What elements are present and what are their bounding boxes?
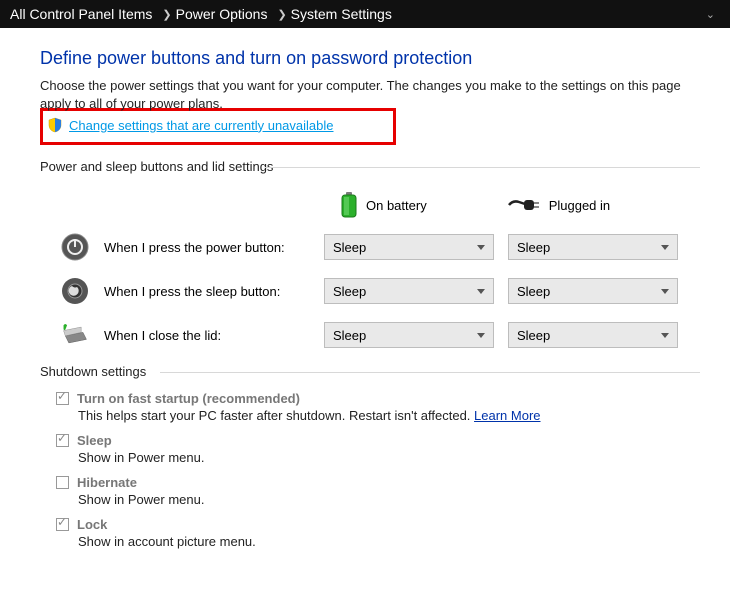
select-sleep-plugged[interactable]: Sleep (508, 278, 678, 304)
select-sleep-battery[interactable]: Sleep (324, 278, 494, 304)
battery-icon (340, 192, 358, 218)
highlight-annotation: Change settings that are currently unava… (40, 108, 396, 145)
label-hibernate: Hibernate (77, 475, 137, 490)
checkbox-fast-startup[interactable] (56, 392, 69, 405)
row-lid: When I close the lid: Sleep Sleep (40, 320, 700, 350)
power-button-icon (60, 232, 90, 262)
change-settings-link[interactable]: Change settings that are currently unava… (69, 118, 334, 133)
checkbox-sleep[interactable] (56, 434, 69, 447)
desc-sleep: Show in Power menu. (78, 450, 700, 465)
checkbox-lock[interactable] (56, 518, 69, 531)
checkbox-hibernate[interactable] (56, 476, 69, 489)
shutdown-item-lock: Lock Show in account picture menu. (56, 517, 700, 549)
row-power-button: When I press the power button: Sleep Sle… (40, 232, 700, 262)
desc-hibernate: Show in Power menu. (78, 492, 700, 507)
column-headers: On battery Plugged in (340, 192, 700, 218)
select-power-battery[interactable]: Sleep (324, 234, 494, 260)
label-sleep: Sleep (77, 433, 112, 448)
chevron-right-icon: ❯ (162, 8, 171, 21)
page-description: Choose the power settings that you want … (40, 77, 700, 112)
plug-icon (507, 196, 541, 214)
breadcrumb-item-system[interactable]: System Settings (291, 6, 392, 22)
row-sleep-label: When I press the sleep button: (104, 284, 324, 299)
row-power-label: When I press the power button: (104, 240, 324, 255)
select-power-plugged[interactable]: Sleep (508, 234, 678, 260)
shield-icon (47, 117, 63, 133)
shutdown-settings-list: Turn on fast startup (recommended) This … (56, 391, 700, 549)
desc-lock: Show in account picture menu. (78, 534, 700, 549)
breadcrumb-item-power[interactable]: Power Options (176, 6, 268, 22)
label-lock: Lock (77, 517, 107, 532)
breadcrumb: All Control Panel Items ❯ Power Options … (0, 0, 730, 28)
desc-fast-startup: This helps start your PC faster after sh… (78, 408, 700, 423)
lid-icon (60, 320, 90, 350)
column-plugged-label: Plugged in (549, 198, 610, 213)
learn-more-link[interactable]: Learn More (474, 408, 540, 423)
chevron-down-icon[interactable]: ⌄ (706, 8, 720, 21)
label-fast-startup: Turn on fast startup (recommended) (77, 391, 300, 406)
column-battery-label: On battery (366, 198, 427, 213)
shutdown-item-hibernate: Hibernate Show in Power menu. (56, 475, 700, 507)
sleep-button-icon (60, 276, 90, 306)
row-lid-label: When I close the lid: (104, 328, 324, 343)
row-sleep-button: When I press the sleep button: Sleep Sle… (40, 276, 700, 306)
group-header-shutdown: Shutdown settings (40, 364, 700, 379)
page-title: Define power buttons and turn on passwor… (40, 48, 700, 69)
shutdown-item-fast: Turn on fast startup (recommended) This … (56, 391, 700, 423)
select-lid-battery[interactable]: Sleep (324, 322, 494, 348)
chevron-right-icon: ❯ (277, 8, 286, 21)
select-lid-plugged[interactable]: Sleep (508, 322, 678, 348)
group-header-buttons: Power and sleep buttons and lid settings (40, 159, 700, 174)
shutdown-item-sleep: Sleep Show in Power menu. (56, 433, 700, 465)
breadcrumb-item-all[interactable]: All Control Panel Items (10, 6, 152, 22)
